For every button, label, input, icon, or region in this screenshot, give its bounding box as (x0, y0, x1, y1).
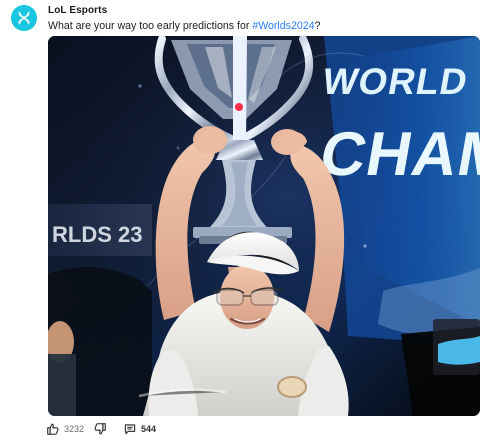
lol-esports-logo-icon (18, 11, 30, 25)
worlds2024-hashtag-link[interactable]: #Worlds2024 (252, 20, 314, 32)
post-text-prefix: What are your way too early predictions … (48, 20, 253, 32)
trophy-photo-image: RLDS 23 WORLD CHAM (48, 36, 480, 416)
world-banner-text: WORLD (319, 60, 471, 102)
post-image[interactable]: RLDS 23 WORLD CHAM (48, 36, 480, 416)
like-button[interactable]: 3232 (46, 421, 84, 436)
like-count: 3232 (64, 423, 85, 434)
champion-banner-text: CHAM (315, 119, 480, 188)
comment-count: 544 (141, 423, 157, 434)
social-post: LoL Esports What are your way too early … (0, 0, 500, 440)
thumbs-down-icon (93, 422, 107, 436)
post-text: What are your way too early predictions … (48, 20, 320, 32)
post-actions-bar: 3232 544 (46, 421, 156, 436)
post-author[interactable]: LoL Esports (48, 5, 107, 16)
comments-button[interactable]: 544 (123, 421, 156, 436)
stage-screen-text: RLDS 23 (52, 222, 142, 247)
dislike-button[interactable] (93, 421, 107, 436)
comment-icon (123, 422, 137, 436)
lol-esports-avatar[interactable] (11, 5, 37, 31)
post-text-suffix: ? (314, 20, 321, 32)
thumbs-up-icon (46, 422, 60, 436)
